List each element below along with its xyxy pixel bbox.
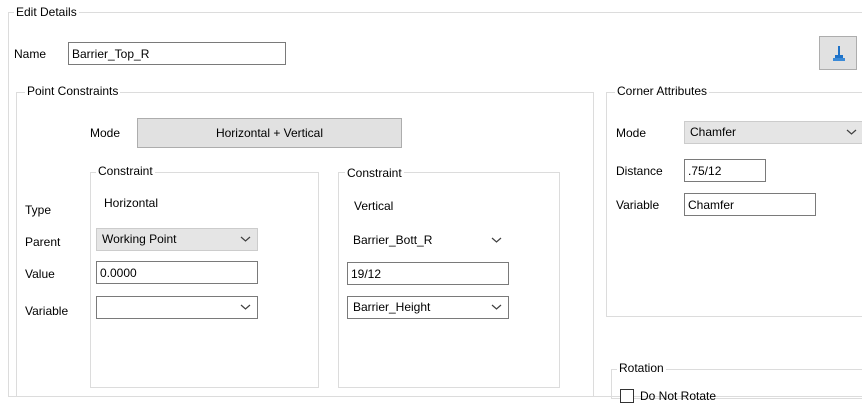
constraint-1-parent-dropdown[interactable]: Working Point xyxy=(96,228,258,251)
mode-button[interactable]: Horizontal + Vertical xyxy=(137,118,402,148)
chevron-down-icon xyxy=(491,304,502,310)
constraint-2-type: Vertical xyxy=(354,199,394,213)
do-not-rotate-label[interactable]: Do Not Rotate xyxy=(640,389,716,403)
constraint-2-value-field[interactable] xyxy=(347,262,509,285)
corner-variable-field[interactable] xyxy=(684,193,816,216)
constraint-2-title: Constraint xyxy=(345,166,404,180)
constraint-1-parent-value: Working Point xyxy=(102,232,177,246)
corner-mode-value: Chamfer xyxy=(690,125,737,139)
rotation-title: Rotation xyxy=(617,361,666,375)
distance-field[interactable] xyxy=(684,159,766,182)
do-not-rotate-checkbox[interactable] xyxy=(620,389,634,403)
brush-icon xyxy=(833,46,845,61)
constraint-1-title: Constraint xyxy=(96,164,155,178)
constraint-2-parent-dropdown[interactable]: Barrier_Bott_R xyxy=(347,229,509,252)
constraint-1-type: Horizontal xyxy=(104,196,159,210)
point-constraints-title: Point Constraints xyxy=(25,84,121,98)
constraint-2-parent-value: Barrier_Bott_R xyxy=(353,233,433,247)
chevron-down-icon xyxy=(240,304,251,310)
corner-variable-label: Variable xyxy=(616,198,660,212)
chevron-down-icon xyxy=(240,236,251,242)
value-label: Value xyxy=(25,267,55,281)
mode-label: Mode xyxy=(90,126,121,140)
corner-mode-dropdown[interactable]: Chamfer xyxy=(684,121,862,144)
edit-details-title: Edit Details xyxy=(14,5,79,19)
constraint-1-variable-dropdown[interactable] xyxy=(96,296,258,319)
parent-label: Parent xyxy=(25,235,61,249)
clear-button[interactable] xyxy=(819,36,857,70)
chevron-down-icon xyxy=(846,129,857,135)
constraint-2-variable-dropdown[interactable]: Barrier_Height xyxy=(347,296,509,319)
constraint-2-variable-value: Barrier_Height xyxy=(353,300,431,314)
corner-attributes-title: Corner Attributes xyxy=(615,84,710,98)
distance-label: Distance xyxy=(616,164,663,178)
constraint-1-value-field[interactable] xyxy=(96,261,258,284)
name-field[interactable] xyxy=(68,42,286,65)
name-label: Name xyxy=(14,47,47,61)
type-label: Type xyxy=(25,203,52,217)
chevron-down-icon xyxy=(491,237,502,243)
corner-mode-label: Mode xyxy=(616,126,647,140)
variable-label: Variable xyxy=(25,304,69,318)
